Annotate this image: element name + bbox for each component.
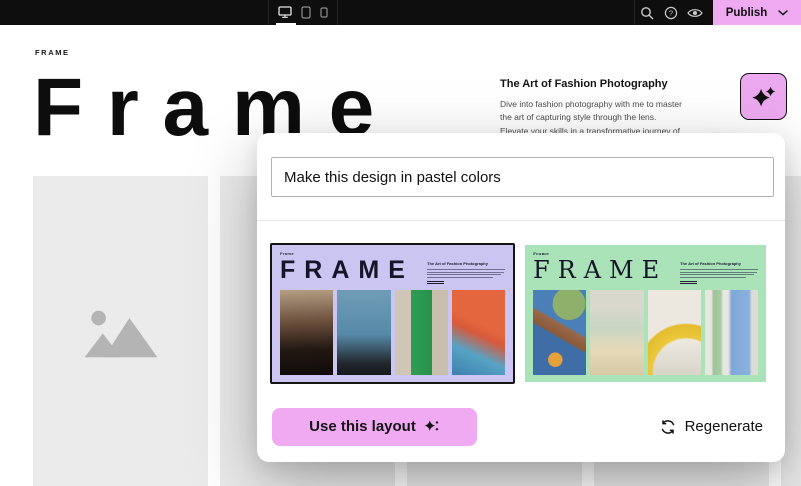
image-placeholder-card[interactable] xyxy=(33,176,208,486)
divider xyxy=(257,220,785,221)
ai-assistant-button[interactable] xyxy=(740,73,787,120)
layout-variants: Frame FRAME The Art of Fashion Photograp… xyxy=(270,243,768,384)
regenerate-button[interactable]: Regenerate xyxy=(660,418,763,435)
poster-meta: The Art of Fashion Photography xyxy=(427,261,505,284)
poster-meta-text xyxy=(427,269,505,278)
publish-label: Publish xyxy=(726,7,768,19)
photo-blue-suit-duo xyxy=(705,290,758,375)
help-button[interactable]: ? xyxy=(659,0,683,25)
device-switcher xyxy=(268,0,338,25)
regenerate-label: Regenerate xyxy=(685,418,763,435)
poster-meta: The Art of Fashion Photography xyxy=(680,261,758,284)
search-icon xyxy=(640,6,654,20)
preview-button[interactable] xyxy=(683,0,707,25)
use-layout-button[interactable]: Use this layout xyxy=(272,408,477,446)
photo-green-outfit xyxy=(395,290,448,375)
monitor-icon xyxy=(278,6,292,19)
page-label: FRAME xyxy=(35,48,70,57)
device-desktop-button[interactable] xyxy=(278,0,292,25)
layout-variant-pastel-green[interactable]: Frame FRAME The Art of Fashion Photograp… xyxy=(523,243,768,384)
poster-preview: Frame FRAME The Art of Fashion Photograp… xyxy=(525,245,766,382)
poster-title: FRAME xyxy=(533,258,680,284)
device-phone-button[interactable] xyxy=(320,0,328,25)
device-tablet-button[interactable] xyxy=(301,0,311,25)
sparkle-icon xyxy=(423,418,440,435)
use-layout-label: Use this layout xyxy=(309,418,416,435)
topbar-right: ? Publish xyxy=(634,0,801,25)
layout-variant-pastel-lavender[interactable]: Frame FRAME The Art of Fashion Photograp… xyxy=(270,243,515,384)
poster-meta-link xyxy=(427,281,444,284)
prompt-input[interactable] xyxy=(271,157,774,197)
active-device-indicator xyxy=(276,23,296,26)
poster-preview: Frame FRAME The Art of Fashion Photograp… xyxy=(272,245,513,382)
poster-photos xyxy=(280,290,505,375)
photo-orange-portrait xyxy=(452,290,505,375)
app-window: ? Publish FRAME Frame The Art of Fashion… xyxy=(0,0,801,486)
chevron-down-icon xyxy=(778,10,788,16)
poster-meta-title: The Art of Fashion Photography xyxy=(427,261,505,266)
svg-text:?: ? xyxy=(669,8,673,17)
topbar: ? Publish xyxy=(0,0,801,25)
tablet-icon xyxy=(301,6,311,19)
image-mountains-icon xyxy=(79,304,163,360)
photo-sky-portrait xyxy=(337,290,390,375)
publish-button[interactable]: Publish xyxy=(713,0,801,25)
poster-meta-text xyxy=(680,269,758,278)
refresh-icon xyxy=(660,419,676,435)
photo-pastel-duo xyxy=(590,290,643,375)
help-icon: ? xyxy=(664,6,678,20)
phone-icon xyxy=(320,7,328,18)
dialog-actions: Use this layout Regenerate xyxy=(272,407,770,446)
poster-photos xyxy=(533,290,758,375)
ai-assistant-dialog: Frame FRAME The Art of Fashion Photograp… xyxy=(257,133,785,462)
photo-arm-objects xyxy=(533,290,586,375)
poster-meta-title: The Art of Fashion Photography xyxy=(680,261,758,266)
eye-icon xyxy=(687,7,703,19)
sparkles-icon xyxy=(750,83,778,111)
poster-meta-link xyxy=(680,281,697,284)
poster-title: FRAME xyxy=(280,258,427,284)
search-button[interactable] xyxy=(635,0,659,25)
article-title: The Art of Fashion Photography xyxy=(500,78,685,90)
photo-dark-portrait xyxy=(280,290,333,375)
photo-sneaker-arc xyxy=(648,290,701,375)
